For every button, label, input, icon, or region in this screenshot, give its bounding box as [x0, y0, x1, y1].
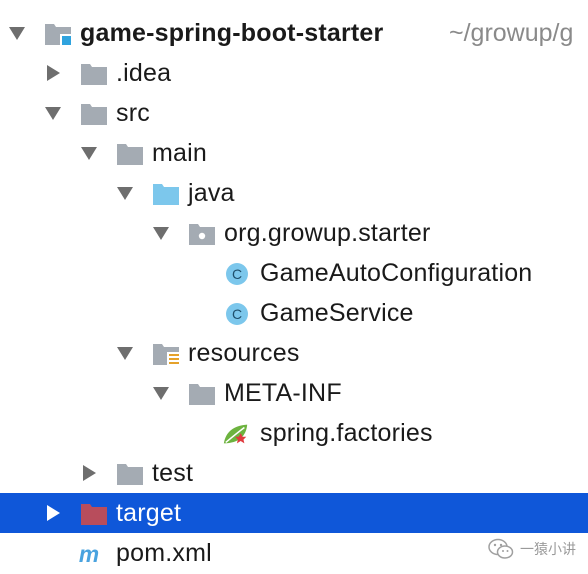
svg-text:C: C — [232, 266, 242, 282]
folder-icon — [117, 144, 143, 165]
tree-row-target[interactable]: target — [0, 493, 588, 533]
folder-icon — [117, 464, 143, 485]
tree-label-test: test — [152, 459, 194, 487]
watermark-text: 一猿小讲 — [520, 541, 576, 557]
tree-label-java: java — [188, 179, 235, 207]
tree-label-factories: spring.factories — [260, 419, 433, 447]
chevron-right-icon[interactable] — [80, 464, 98, 482]
watermark: 一猿小讲 — [488, 538, 576, 560]
svg-text:m: m — [79, 542, 99, 566]
chevron-right-icon[interactable] — [44, 504, 62, 522]
folder-icon — [81, 104, 107, 125]
tree-row-class-gameservice[interactable]: C GameService — [0, 293, 588, 333]
chevron-down-icon[interactable] — [116, 184, 134, 202]
folder-icon — [81, 64, 107, 85]
chevron-right-icon[interactable] — [44, 64, 62, 82]
project-path: ~/growup/g — [449, 19, 574, 47]
project-name: game-spring-boot-starter — [80, 19, 384, 47]
tree-label-package: org.growup.starter — [224, 219, 431, 247]
chevron-down-icon[interactable] — [80, 144, 98, 162]
chevron-down-icon[interactable] — [8, 24, 26, 42]
tree-row-idea[interactable]: .idea — [0, 53, 588, 93]
tree-row-java[interactable]: java — [0, 173, 588, 213]
folder-icon — [189, 384, 215, 405]
tree-row-test[interactable]: test — [0, 453, 588, 493]
tree-label-target: target — [116, 499, 182, 527]
tree-row-resources[interactable]: resources — [0, 333, 588, 373]
tree-label-class1: GameAutoConfiguration — [260, 259, 533, 287]
maven-icon: m — [79, 542, 99, 566]
spring-leaf-icon — [223, 424, 248, 444]
tree-label-idea: .idea — [116, 59, 172, 87]
tree-label-resources: resources — [188, 339, 300, 367]
tree-row-class-gameautoconfiguration[interactable]: C GameAutoConfiguration — [0, 253, 588, 293]
package-icon — [189, 224, 215, 245]
chevron-down-icon[interactable] — [116, 344, 134, 362]
svg-text:C: C — [232, 306, 242, 322]
chevron-down-icon[interactable] — [152, 224, 170, 242]
tree-row-project[interactable]: game-spring-boot-starter ~/growup/g — [0, 13, 588, 53]
tree-label-class2: GameService — [260, 299, 414, 327]
resources-folder-icon — [153, 344, 180, 366]
tree-row-package[interactable]: org.growup.starter — [0, 213, 588, 253]
wechat-icon — [488, 538, 514, 559]
tree-row-spring-factories[interactable]: spring.factories — [0, 413, 588, 453]
excluded-folder-icon — [81, 504, 107, 525]
module-folder-icon — [45, 24, 71, 45]
tree-label-src: src — [116, 99, 150, 127]
tree-row-metainf[interactable]: META-INF — [0, 373, 588, 413]
tree-label-pom: pom.xml — [116, 539, 212, 567]
tree-label-main: main — [152, 139, 207, 167]
project-tree: game-spring-boot-starter ~/growup/g .ide… — [0, 13, 588, 573]
source-folder-icon — [153, 184, 179, 205]
class-icon: C — [226, 263, 248, 285]
chevron-down-icon[interactable] — [152, 384, 170, 402]
class-icon: C — [226, 303, 248, 325]
tree-row-src[interactable]: src — [0, 93, 588, 133]
tree-row-main[interactable]: main — [0, 133, 588, 173]
chevron-down-icon[interactable] — [44, 104, 62, 122]
tree-label-metainf: META-INF — [224, 379, 342, 407]
